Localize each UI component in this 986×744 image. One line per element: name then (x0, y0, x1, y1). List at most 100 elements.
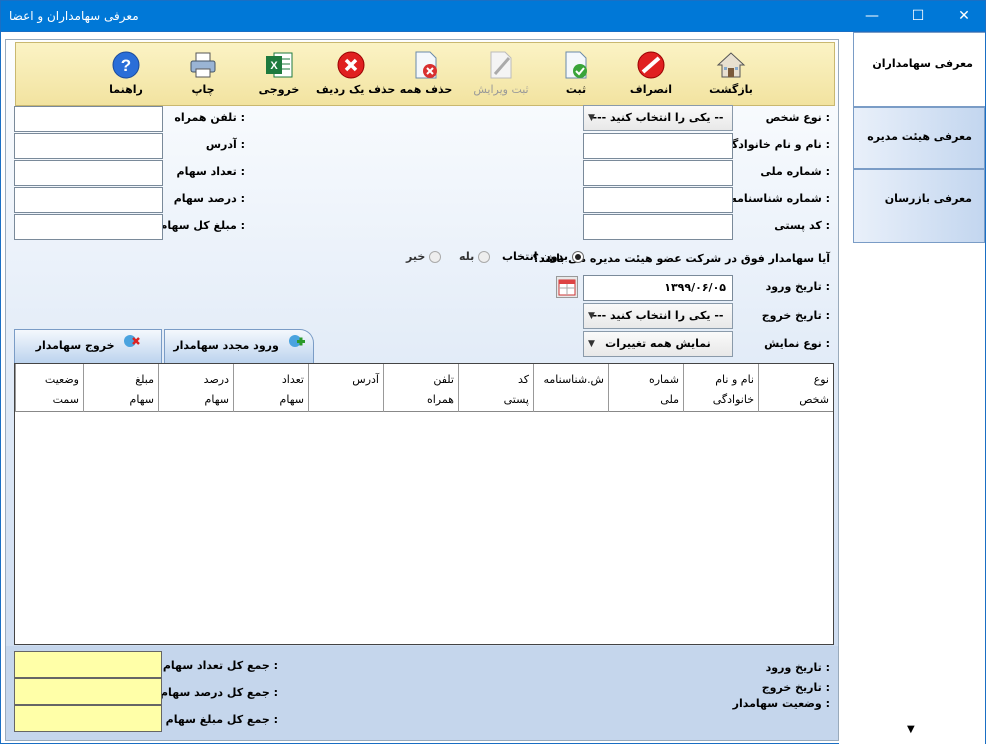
sum-percent-field (14, 678, 162, 705)
window-title: معرفی سهامداران و اعضا (9, 9, 139, 23)
tab-reentry[interactable]: ورود مجدد سهامدار (164, 329, 314, 363)
grid-column-header[interactable]: ش.شناسنامه (533, 364, 608, 412)
radio-none[interactable]: بدون انتخاب (502, 250, 588, 263)
delete-all-label: حذف همه (399, 83, 453, 96)
save-check-icon (560, 49, 592, 81)
calendar-icon (558, 279, 576, 296)
help-button[interactable]: ? راهنما (91, 43, 161, 105)
edit-pencil-icon (485, 49, 517, 81)
name-label: نام و نام خانوادگی : (720, 138, 830, 151)
grid-column-header[interactable]: آدرس (308, 364, 383, 412)
delete-row-button[interactable]: حذف یک ردیف (316, 43, 396, 105)
back-button[interactable]: بازگشت (696, 43, 766, 105)
id-card-input[interactable] (583, 187, 733, 213)
chevron-down-icon: ▼ (588, 339, 595, 349)
title-bar: معرفی سهامداران و اعضا — ☐ ✕ (0, 0, 986, 32)
view-type-value: نمایش همه تغییرات (605, 337, 711, 350)
save-edit-button[interactable]: ثبت ویرایش (466, 43, 536, 105)
share-total-input[interactable] (14, 214, 163, 240)
minimize-button[interactable]: — (849, 1, 895, 32)
share-total-label: مبلغ کل سهام : (159, 219, 245, 232)
grid-column-header[interactable]: وضعیت سمت (15, 364, 83, 412)
maximize-button[interactable]: ☐ (895, 1, 941, 32)
calendar-button[interactable] (556, 276, 578, 298)
export-button[interactable]: X خروجی (244, 43, 314, 105)
footer-status: وضعیت سهامدار : (732, 697, 830, 710)
share-percent-input[interactable] (14, 187, 163, 213)
excel-icon: X (263, 49, 295, 81)
view-type-select[interactable]: ▼ نمایش همه تغییرات (583, 331, 733, 357)
person-type-value: --- یکی را انتخاب کنید -- (592, 111, 724, 124)
delete-row-label: حذف یک ردیف (316, 83, 396, 96)
chevron-down-icon: ▼ (588, 311, 595, 321)
cancel-label: انصراف (629, 83, 673, 96)
chevron-down-icon: ▼ (588, 113, 595, 123)
save-edit-label: ثبت ویرایش (473, 83, 529, 96)
radio-empty-icon (429, 251, 442, 263)
id-card-label: شماره شناسنامه : (730, 192, 830, 205)
help-label: راهنما (109, 83, 143, 96)
cancel-button[interactable]: انصراف (616, 43, 686, 105)
person-type-select[interactable]: ▼ --- یکی را انتخاب کنید -- (583, 105, 733, 131)
tab-exit[interactable]: خروج سهامدار (14, 329, 162, 363)
help-icon: ? (110, 49, 142, 81)
grid-column-header[interactable]: شماره ملی (608, 364, 683, 412)
postal-code-input[interactable] (583, 214, 733, 240)
entry-date-label: تاریخ ورود : (765, 280, 830, 293)
radio-no[interactable]: خیر (406, 250, 445, 263)
delete-document-icon (410, 49, 442, 81)
view-type-label: نوع نمایش : (764, 337, 830, 350)
grid-column-header[interactable]: کد پستی (458, 364, 533, 412)
national-id-input[interactable] (583, 160, 733, 186)
svg-text:X: X (270, 60, 278, 72)
mobile-input[interactable] (14, 106, 163, 132)
save-button[interactable]: ثبت (541, 43, 611, 105)
reentry-label: ورود مجدد سهامدار (173, 339, 279, 352)
mobile-label: تلفن همراه : (174, 111, 245, 124)
address-input[interactable] (14, 133, 163, 159)
grid-column-header[interactable]: نوع شخص (758, 364, 833, 412)
sum-percent-label: جمع کل درصد سهام : (160, 686, 278, 699)
toolbar: بازگشت انصراف ثبت ثبت ویرایش حذف همه حذف… (15, 42, 835, 106)
shareholders-grid[interactable]: نوع شخص نام و نام خانوادگی شماره ملی ش.شناس… (14, 363, 834, 645)
grid-column-header[interactable]: تعداد سهام (233, 364, 308, 412)
remove-user-icon (120, 330, 141, 362)
printer-icon (187, 49, 219, 81)
exit-date-select[interactable]: ▼ --- یکی را انتخاب کنید -- (583, 303, 733, 329)
sum-amount-label: جمع کل مبلغ سهام : (165, 713, 278, 726)
grid-column-header[interactable]: مبلغ سهام (83, 364, 158, 412)
print-button[interactable]: چاپ (168, 43, 238, 105)
footer-entry-date: تاریخ ورود : (765, 661, 830, 674)
name-input[interactable] (583, 133, 733, 159)
save-label: ثبت (565, 83, 587, 96)
sum-amount-field (14, 705, 162, 732)
postal-code-label: کد پستی : (774, 219, 830, 232)
delete-all-button[interactable]: حذف همه (391, 43, 461, 105)
footer-exit-date: تاریخ خروج : (761, 681, 830, 694)
national-id-label: شماره ملی : (760, 165, 830, 178)
sidebar-item-shareholders[interactable]: معرفی سهامداران (853, 32, 985, 107)
print-label: چاپ (191, 83, 215, 96)
grid-header: نوع شخص نام و نام خانوادگی شماره ملی ش.شناس… (15, 364, 833, 412)
close-window-button[interactable]: ✕ (941, 1, 986, 32)
add-user-icon (285, 330, 305, 362)
radio-yes-label: بله (459, 250, 475, 263)
delete-circle-icon (335, 49, 367, 81)
radio-yes[interactable]: بله (459, 250, 494, 263)
grid-column-header[interactable]: درصد سهام (158, 364, 233, 412)
sidebar-item-board[interactable]: معرفی هیئت مدیره (853, 107, 985, 169)
radio-selected-icon (571, 251, 584, 263)
grid-column-header[interactable]: تلفن همراه (383, 364, 458, 412)
radio-empty-icon (478, 251, 491, 263)
grid-column-header[interactable]: نام و نام خانوادگی (683, 364, 758, 412)
window-body: بازگشت انصراف ثبت ثبت ویرایش حذف همه حذف… (0, 32, 986, 744)
back-label: بازگشت (709, 83, 753, 96)
radio-none-label: بدون انتخاب (502, 250, 569, 263)
sidebar-item-inspectors[interactable]: معرفی بازرسان (853, 169, 985, 243)
share-count-label: تعداد سهام : (176, 165, 245, 178)
entry-date-input[interactable]: ۱۳۹۹/۰۶/۰۵ (583, 275, 733, 301)
share-count-input[interactable] (14, 160, 163, 186)
address-label: آدرس : (205, 138, 245, 151)
home-icon (715, 49, 747, 81)
scroll-down-icon[interactable]: ▼ (907, 724, 915, 735)
